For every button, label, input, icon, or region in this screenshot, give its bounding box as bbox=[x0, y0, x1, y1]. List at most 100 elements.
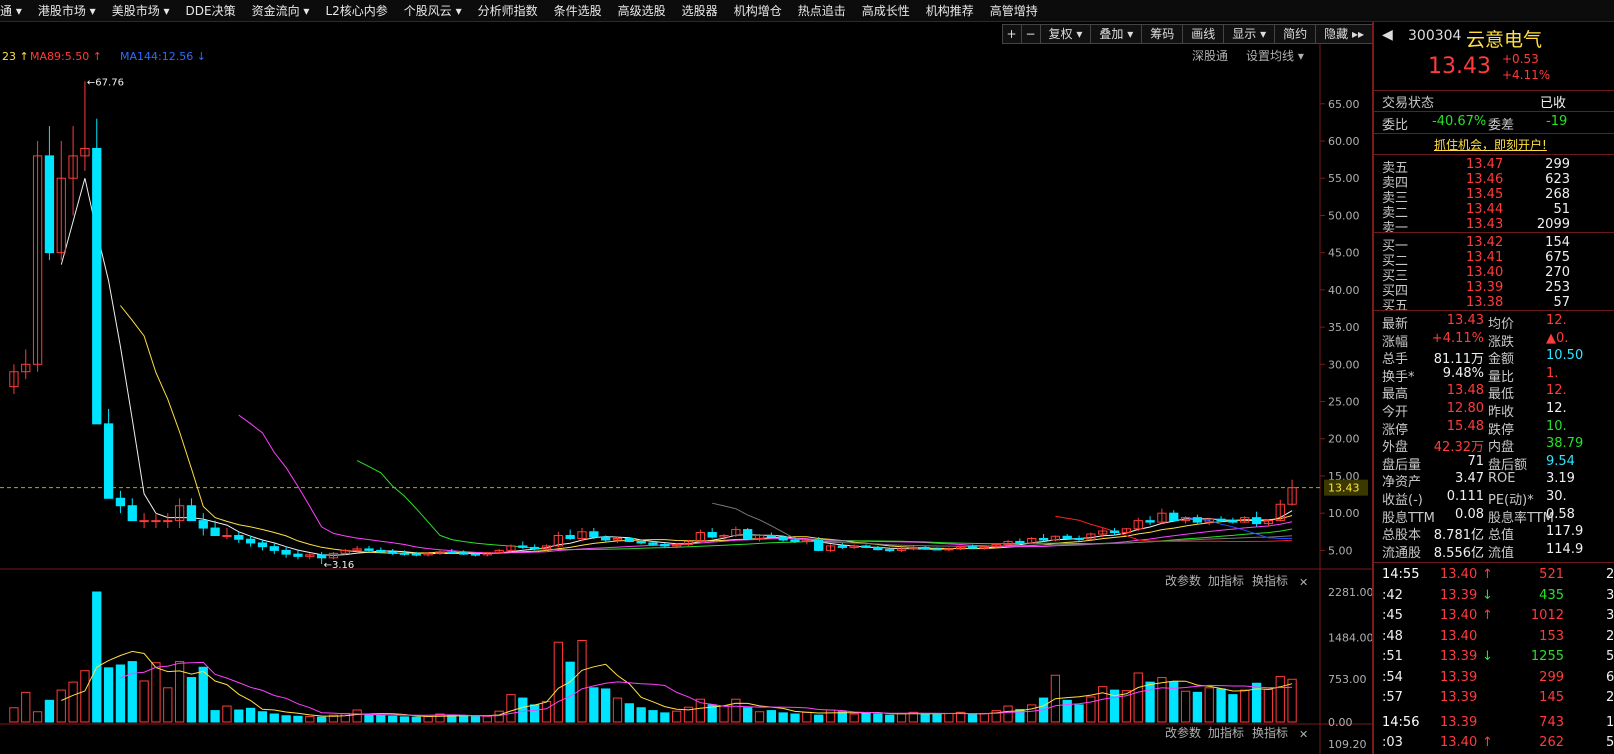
simple-mode-button[interactable]: 简约 bbox=[1274, 24, 1317, 44]
candle-body bbox=[648, 542, 658, 545]
volume-bar bbox=[541, 700, 552, 723]
menu-item-7[interactable]: 分析师指数 bbox=[478, 2, 538, 19]
menu-item-11[interactable]: 机构增仓 bbox=[734, 2, 782, 19]
volume-tick-label: 1484.00 bbox=[1328, 631, 1372, 644]
volume-bar bbox=[861, 712, 871, 723]
tick-row: :57 13.39 145 2 bbox=[1374, 690, 1614, 708]
volume-bar bbox=[151, 662, 161, 723]
volume-bar bbox=[56, 689, 66, 723]
indicator-switch[interactable]: 换指标 bbox=[1252, 725, 1288, 740]
volume-bar bbox=[577, 640, 587, 723]
candle-body bbox=[1038, 537, 1049, 541]
candle-body bbox=[707, 532, 717, 538]
menu-item-15[interactable]: 高管增持 bbox=[990, 2, 1038, 19]
stat-row: 盘后量 71 盘后额 9.54 bbox=[1374, 454, 1614, 473]
indicator-change-params[interactable]: 改参数 bbox=[1165, 725, 1201, 740]
menu-item-1[interactable]: 港股市场 ▾ bbox=[38, 2, 96, 19]
ma30-line bbox=[356, 460, 1293, 551]
volume-ma-line bbox=[61, 650, 1293, 717]
tick-price: 13.39 bbox=[1440, 649, 1478, 664]
volume-bar bbox=[885, 714, 895, 723]
candle-body bbox=[624, 537, 634, 542]
price-tick-label: 50.00 bbox=[1328, 209, 1360, 222]
candle-body bbox=[92, 147, 102, 425]
volume-change-params[interactable]: 改参数 bbox=[1165, 573, 1201, 588]
prev-stock-arrow-icon[interactable]: ◀ bbox=[1382, 27, 1393, 43]
menu-item-13[interactable]: 高成长性 bbox=[862, 2, 910, 19]
zoom-in-button[interactable]: + bbox=[1001, 24, 1022, 44]
volume-add-indicator[interactable]: 加指标 bbox=[1208, 573, 1244, 588]
menu-item-4[interactable]: 资金流向 ▾ bbox=[252, 2, 310, 19]
overlay-dropdown[interactable]: 叠加 ▾ bbox=[1090, 24, 1143, 44]
candle-body bbox=[103, 423, 114, 499]
volume-bar bbox=[340, 712, 350, 723]
stat-value-2: 12. bbox=[1546, 401, 1567, 416]
menu-item-6[interactable]: 个股风云 ▾ bbox=[404, 2, 462, 19]
tick-row: 14:55 13.40 ↑ 521 2 bbox=[1374, 567, 1614, 585]
candle-body bbox=[198, 520, 208, 529]
zoom-out-button[interactable]: − bbox=[1020, 24, 1041, 44]
menu-item-8[interactable]: 条件选股 bbox=[554, 2, 602, 19]
high-annotation: ←67.76 bbox=[87, 77, 124, 88]
order-row: 卖五 13.47 299 bbox=[1374, 157, 1614, 176]
menu-item-2[interactable]: 美股市场 ▾ bbox=[112, 2, 170, 19]
order-row: 买一 13.42 154 bbox=[1374, 235, 1614, 254]
candle-body bbox=[210, 527, 220, 537]
volume-bar bbox=[530, 704, 540, 723]
volume-bar bbox=[1287, 678, 1297, 723]
volume-bar bbox=[601, 688, 611, 723]
volume-switch-indicator[interactable]: 换指标 bbox=[1252, 573, 1288, 588]
tick-price: 13.39 bbox=[1440, 690, 1478, 705]
volume-close-icon[interactable]: ✕ bbox=[1299, 576, 1308, 589]
ma-settings-dropdown[interactable]: 设置均线 ▾ bbox=[1246, 49, 1304, 63]
kline-chart-area[interactable]: 65.00 60.00 55.00 50.00 45.00 40.00 35.00 30.00… bbox=[0, 44, 1372, 754]
candle-body bbox=[861, 545, 871, 548]
display-dropdown[interactable]: 显示 ▾ bbox=[1223, 24, 1276, 44]
fuquan-dropdown[interactable]: 复权 ▾ bbox=[1039, 24, 1092, 44]
stat-value-2: 38.79 bbox=[1546, 436, 1584, 452]
stock-name: 云意电气 bbox=[1466, 29, 1543, 51]
volume-bar bbox=[352, 709, 362, 723]
menu-item-9[interactable]: 高级选股 bbox=[618, 2, 666, 19]
tick-arrow: ↓ bbox=[1482, 649, 1493, 664]
indicator-close-icon[interactable]: ✕ bbox=[1299, 728, 1308, 741]
stat-label: 盘后量 bbox=[1382, 457, 1422, 473]
candle-body bbox=[565, 535, 575, 539]
stat-row: 股息TTM 0.08 股息率TTM 0.58 bbox=[1374, 507, 1614, 526]
tick-time: :57 bbox=[1382, 690, 1403, 705]
volume-bar bbox=[944, 712, 954, 723]
tick-time: :42 bbox=[1382, 587, 1403, 603]
stat-value: 12.80 bbox=[1446, 401, 1484, 416]
candle-body bbox=[281, 549, 291, 555]
volume-bar bbox=[1180, 690, 1191, 723]
tick-time: :03 bbox=[1382, 735, 1403, 750]
indicator-add[interactable]: 加指标 bbox=[1208, 725, 1244, 740]
stat-label: 最新 bbox=[1382, 317, 1409, 332]
menu-item-0[interactable]: 通 ▾ bbox=[0, 2, 22, 19]
shengutong-link[interactable]: 深股通 bbox=[1192, 49, 1228, 63]
price-tick-label: 20.00 bbox=[1328, 433, 1360, 446]
price-tick-label: 45.00 bbox=[1328, 247, 1360, 260]
volume-bar bbox=[1003, 705, 1013, 723]
draw-line-button[interactable]: 画线 bbox=[1182, 24, 1225, 44]
price-tick-label: 30.00 bbox=[1328, 358, 1360, 371]
volume-bar bbox=[269, 713, 279, 723]
volume-bar bbox=[44, 699, 55, 723]
order-price: 13.39 bbox=[1466, 280, 1504, 295]
menu-item-14[interactable]: 机构推荐 bbox=[926, 2, 974, 19]
candle-body bbox=[814, 539, 824, 551]
stat-row: 最新 13.43 均价 12. bbox=[1374, 313, 1614, 332]
menu-item-5[interactable]: L2核心内参 bbox=[325, 2, 387, 19]
order-volume: 675 bbox=[1545, 250, 1570, 265]
open-account-link[interactable]: 抓住机会，即刻开户! bbox=[1434, 136, 1547, 153]
stat-label: 外盘 bbox=[1382, 440, 1409, 456]
menu-item-10[interactable]: 选股器 bbox=[682, 2, 718, 19]
candle-body bbox=[530, 546, 540, 550]
menu-item-3[interactable]: DDE决策 bbox=[186, 2, 236, 19]
menu-item-12[interactable]: 热点追击 bbox=[798, 2, 846, 19]
price-tick-label: 25.00 bbox=[1328, 396, 1360, 409]
order-volume: 299 bbox=[1545, 157, 1570, 172]
chips-button[interactable]: 筹码 bbox=[1141, 24, 1184, 44]
hide-panel-button[interactable]: 隐藏 ▸▸ bbox=[1315, 24, 1373, 44]
candle-body bbox=[163, 520, 173, 523]
